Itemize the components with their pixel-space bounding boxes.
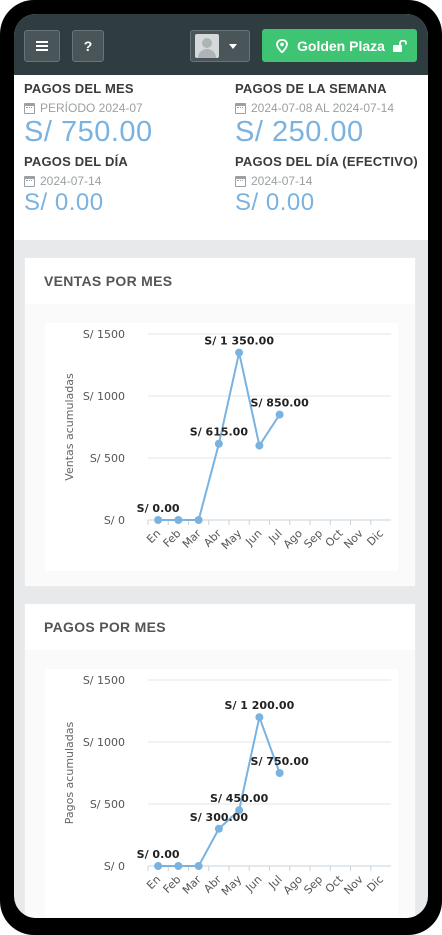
data-point [174,862,183,870]
x-tick-label: May [219,873,245,899]
app-screen: ? Golden Plaza PAGOS DEL MES PERÍODO 202… [14,14,428,918]
calendar-icon [24,102,35,114]
y-tick-label: S/ 500 [90,798,125,811]
data-label: S/ 0.00 [137,848,180,861]
x-tick-label: Sep [301,873,325,897]
menu-icon [36,41,48,51]
stat-day-date: 2024-07-14 [24,174,224,188]
data-point [194,516,203,524]
stat-week: PAGOS DE LA SEMANA 2024-07-08 AL 2024-07… [235,81,428,149]
stat-day-cash-date: 2024-07-14 [235,174,428,188]
data-point [255,713,264,722]
menu-button[interactable] [24,30,60,62]
help-button[interactable]: ? [72,30,104,62]
y-tick-label: S/ 500 [90,452,125,465]
stat-day-cash: PAGOS DEL DÍA (EFECTIVO) 2024-07-14 S/ 0… [235,154,428,217]
store-selector-button[interactable]: Golden Plaza [262,29,417,62]
unlock-icon [392,39,407,52]
sales-chart: S/ 0 S/ 500 S/ 1000 S/ 1500 Ventas acumulada… [45,323,398,571]
data-label: S/ 1 350.00 [204,335,274,348]
payments-line-chart: S/ 0 S/ 500 S/ 1000 S/ 1500 Pagos acumuladas… [63,674,391,899]
data-label: S/ 850.00 [251,397,310,410]
stat-month-value: S/ 750.00 [24,116,153,148]
data-point [194,862,203,870]
data-point [154,516,163,524]
payments-card-title: PAGOS POR MES [25,604,415,650]
stat-day-date-text: 2024-07-14 [40,174,102,188]
store-name: Golden Plaza [297,37,385,54]
x-tick-label: Nov [341,527,366,552]
chevron-down-icon [229,43,237,49]
stat-day-value: S/ 0.00 [24,189,104,216]
x-tick-label: En [144,873,163,892]
x-tick-label: Dic [364,527,386,549]
stat-month: PAGOS DEL MES PERÍODO 2024-07 S/ 750.00 [24,81,224,149]
y-tick-label: S/ 0 [104,514,125,527]
x-tick-label: Dic [364,873,386,895]
y-tick-label: S/ 1000 [83,736,125,749]
stat-month-period-text: PERÍODO 2024-07 [40,101,143,115]
y-axis-title: Ventas acumuladas [63,373,76,481]
data-point [255,441,264,450]
data-point [214,439,223,448]
calendar-icon [24,175,35,187]
data-point [275,410,284,419]
x-tick-label: Oct [323,526,346,549]
data-label: S/ 300.00 [190,811,249,824]
avatar-icon [195,34,219,58]
y-axis-title: Pagos acumuladas [63,721,76,824]
x-tick-label: Mar [180,527,204,551]
x-tick-label: Oct [323,872,346,895]
y-tick-label: S/ 1000 [83,390,125,403]
stat-week-value: S/ 250.00 [235,116,364,148]
calendar-icon [235,175,246,187]
x-tick-label: Sep [301,527,325,551]
data-point [174,516,183,524]
stat-month-period: PERÍODO 2024-07 [24,101,224,115]
data-label: S/ 615.00 [190,426,249,439]
sales-card-title: VENTAS POR MES [25,258,415,304]
x-tick-label: May [219,527,245,553]
x-tick-label: Jun [242,527,264,549]
data-point [235,348,244,357]
x-tick-label: Ago [281,873,305,897]
x-tick-label: En [144,527,163,546]
data-point [275,769,284,777]
data-label: S/ 0.00 [137,502,180,515]
data-label: S/ 1 200.00 [225,699,295,712]
stat-month-title: PAGOS DEL MES [24,81,134,96]
top-navbar: ? Golden Plaza [14,14,428,75]
stat-day: PAGOS DEL DÍA 2024-07-14 S/ 0.00 [24,154,224,217]
y-tick-label: S/ 1500 [83,674,125,687]
question-icon: ? [83,38,93,54]
calendar-icon [235,102,246,114]
y-tick-label: S/ 0 [104,860,125,873]
device-frame: ? Golden Plaza PAGOS DEL MES PERÍODO 202… [0,0,442,935]
data-label: S/ 750.00 [251,755,310,768]
sales-by-month-card: VENTAS POR MES S/ 0 S/ 500 S/ 1000 S/ 1500 V… [24,257,416,587]
y-tick-label: S/ 1500 [83,328,125,341]
data-point [214,824,223,833]
x-tick-label: Feb [161,527,184,550]
stat-week-range: 2024-07-08 AL 2024-07-14 [235,101,428,115]
stat-day-cash-date-text: 2024-07-14 [251,174,313,188]
payments-chart: S/ 0 S/ 500 S/ 1000 S/ 1500 Pagos acumuladas… [45,669,398,917]
payments-by-month-card: PAGOS POR MES S/ 0 S/ 500 S/ 1000 S/ 1500 Pa… [24,603,416,918]
location-pin-icon [276,38,288,53]
x-tick-label: Jun [242,873,264,895]
stat-week-title: PAGOS DE LA SEMANA [235,81,387,96]
stat-week-range-text: 2024-07-08 AL 2024-07-14 [251,101,395,115]
stat-day-title: PAGOS DEL DÍA [24,154,128,169]
stat-day-cash-value: S/ 0.00 [235,189,315,216]
data-label: S/ 450.00 [210,792,269,805]
payment-stats-panel: PAGOS DEL MES PERÍODO 2024-07 S/ 750.00 … [14,75,428,240]
x-tick-label: Nov [341,873,366,898]
sales-line-chart: S/ 0 S/ 500 S/ 1000 S/ 1500 Ventas acumulada… [63,328,391,553]
x-tick-label: Feb [161,873,184,896]
stat-day-cash-title: PAGOS DEL DÍA (EFECTIVO) [235,154,418,169]
data-point [154,862,163,870]
x-tick-label: Mar [180,873,204,897]
x-tick-label: Ago [281,527,305,551]
user-menu-button[interactable] [190,30,250,62]
